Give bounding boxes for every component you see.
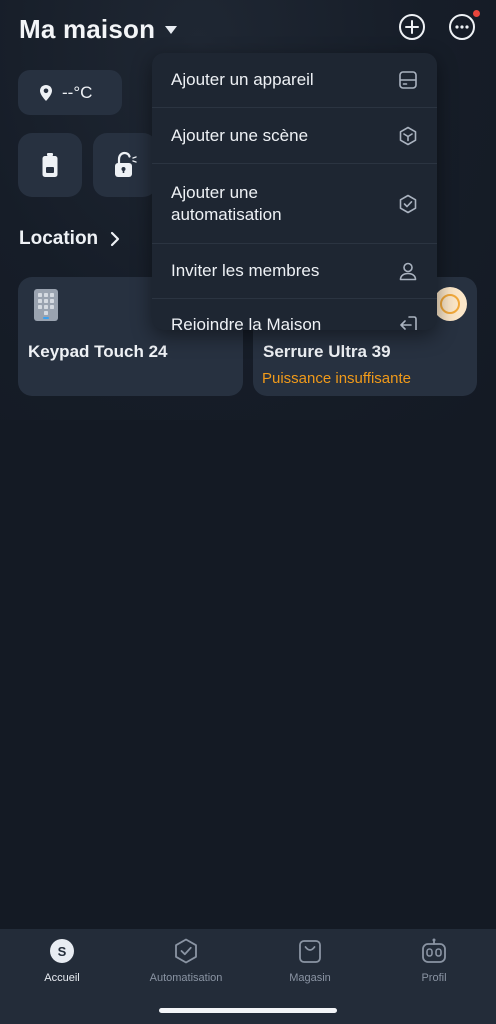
home-tab-icon: S bbox=[48, 937, 76, 965]
robot-icon bbox=[422, 938, 446, 963]
power-button[interactable] bbox=[433, 287, 467, 321]
menu-item-add-automation[interactable]: Ajouter une automatisation bbox=[152, 164, 437, 244]
menu-item-label: Rejoindre la Maison bbox=[171, 315, 322, 330]
device-name: Serrure Ultra 39 bbox=[263, 342, 391, 361]
tab-magasin[interactable]: Magasin bbox=[248, 937, 372, 984]
automation-icon bbox=[399, 194, 417, 213]
tab-label: Magasin bbox=[289, 972, 331, 984]
section-title: Location bbox=[19, 228, 99, 249]
person-icon bbox=[399, 262, 417, 281]
scene-icon bbox=[399, 126, 417, 145]
more-circle-icon bbox=[449, 14, 475, 40]
store-tab-icon bbox=[296, 937, 324, 965]
menu-item-label: Ajouter une automatisation bbox=[171, 182, 282, 224]
weather-chip[interactable]: --°C bbox=[18, 70, 122, 115]
device-status: Puissance insuffisante bbox=[262, 370, 411, 387]
chevron-right-icon bbox=[111, 231, 120, 247]
page-title: Ma maison bbox=[19, 13, 156, 44]
menu-item-add-scene[interactable]: Ajouter une scène bbox=[152, 108, 437, 164]
profile-tab-icon bbox=[420, 937, 448, 965]
power-icon bbox=[440, 294, 460, 314]
unlock-icon bbox=[115, 151, 137, 177]
device-icon bbox=[399, 71, 417, 89]
tab-label: Automatisation bbox=[149, 972, 223, 984]
add-button[interactable] bbox=[398, 13, 426, 41]
menu-item-invite-members[interactable]: Inviter les membres bbox=[152, 244, 437, 299]
more-button[interactable] bbox=[448, 10, 480, 41]
notification-dot bbox=[473, 10, 480, 17]
home-logo-icon: S bbox=[50, 939, 74, 963]
tab-label: Profil bbox=[421, 972, 447, 984]
tab-accueil[interactable]: S Accueil bbox=[0, 937, 124, 984]
temperature-value: --°C bbox=[62, 82, 93, 102]
caret-down-icon bbox=[165, 26, 178, 34]
tab-automatisation[interactable]: Automatisation bbox=[124, 937, 248, 984]
home-selector[interactable]: Ma maison bbox=[19, 12, 178, 46]
add-menu: Ajouter un appareil Ajouter une scène Aj… bbox=[152, 53, 437, 330]
shield-check-icon bbox=[175, 938, 197, 964]
menu-item-join-home[interactable]: Rejoindre la Maison bbox=[152, 299, 437, 330]
location-pin-icon bbox=[40, 84, 52, 101]
plus-circle-icon bbox=[399, 14, 425, 40]
battery-icon bbox=[42, 153, 58, 177]
menu-item-label: Inviter les membres bbox=[171, 261, 320, 280]
home-indicator[interactable] bbox=[159, 1008, 337, 1013]
menu-item-label: Ajouter une scène bbox=[171, 125, 309, 145]
section-location[interactable]: Location bbox=[19, 228, 120, 250]
tab-label: Accueil bbox=[44, 972, 80, 984]
join-icon bbox=[400, 316, 417, 330]
keypad-icon bbox=[34, 289, 58, 321]
tab-profil[interactable]: Profil bbox=[372, 937, 496, 984]
menu-item-label: Ajouter un appareil bbox=[171, 70, 314, 89]
automation-tab-icon bbox=[172, 937, 200, 965]
device-name: Keypad Touch 24 bbox=[28, 342, 168, 361]
battery-tile[interactable] bbox=[18, 133, 82, 197]
unlock-tile[interactable] bbox=[93, 133, 157, 197]
shopping-bag-icon bbox=[299, 940, 321, 963]
menu-item-add-device[interactable]: Ajouter un appareil bbox=[152, 53, 437, 108]
